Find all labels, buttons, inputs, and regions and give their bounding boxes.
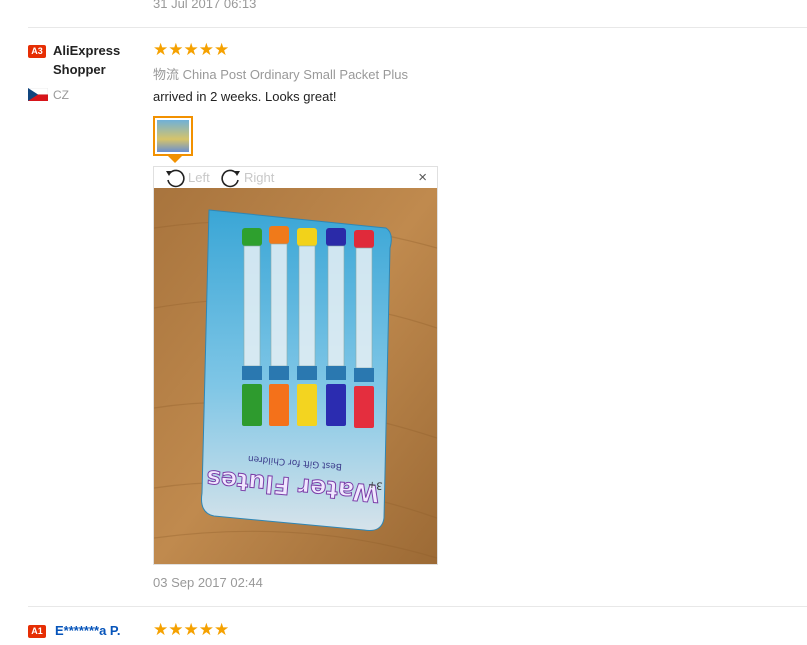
review-divider — [28, 606, 807, 607]
review-divider — [28, 27, 807, 28]
review-date: 03 Sep 2017 02:44 — [153, 575, 263, 590]
rotate-left-label: Left — [188, 170, 210, 185]
rotate-right-button[interactable]: Right — [220, 167, 274, 188]
review-photo: Water Flutes Best Gift for Children 3+ — [154, 188, 437, 564]
thumbnail-pointer — [168, 156, 182, 163]
review-star-rating: ★★★★★ — [153, 40, 230, 59]
close-viewer-icon[interactable]: × — [418, 169, 427, 186]
package-age-badge: 3+ — [367, 479, 383, 491]
review-photo-thumbnail[interactable] — [153, 116, 193, 156]
reviewer-country: CZ — [53, 88, 69, 102]
review-star-rating: ★★★★★ — [153, 620, 230, 639]
buyer-level-badge: A1 — [28, 625, 46, 638]
rotate-right-icon — [221, 169, 240, 187]
rotate-right-label: Right — [244, 170, 275, 185]
reviewer-name[interactable]: E*******a P. — [55, 621, 121, 640]
water-flutes-photo: Water Flutes Best Gift for Children 3+ — [154, 188, 437, 564]
buyer-level-badge: A3 — [28, 45, 46, 58]
photo-viewer-toolbar: Left Right × — [154, 167, 437, 188]
photo-viewer: Left Right × Water Flutes Best Gift for … — [153, 166, 438, 565]
rotate-left-button[interactable]: Left — [164, 167, 210, 188]
rotate-left-icon — [166, 169, 185, 187]
reviewer-name: AliExpress Shopper — [53, 41, 133, 79]
czech-flag-icon — [28, 88, 48, 101]
review-text: arrived in 2 weeks. Looks great! — [153, 89, 337, 104]
shipping-method: 物流 China Post Ordinary Small Packet Plus — [153, 67, 409, 82]
previous-review-date: 31 Jul 2017 06:13 — [153, 0, 257, 11]
reviewer-name-text: AliExpress Shopper — [53, 43, 121, 77]
